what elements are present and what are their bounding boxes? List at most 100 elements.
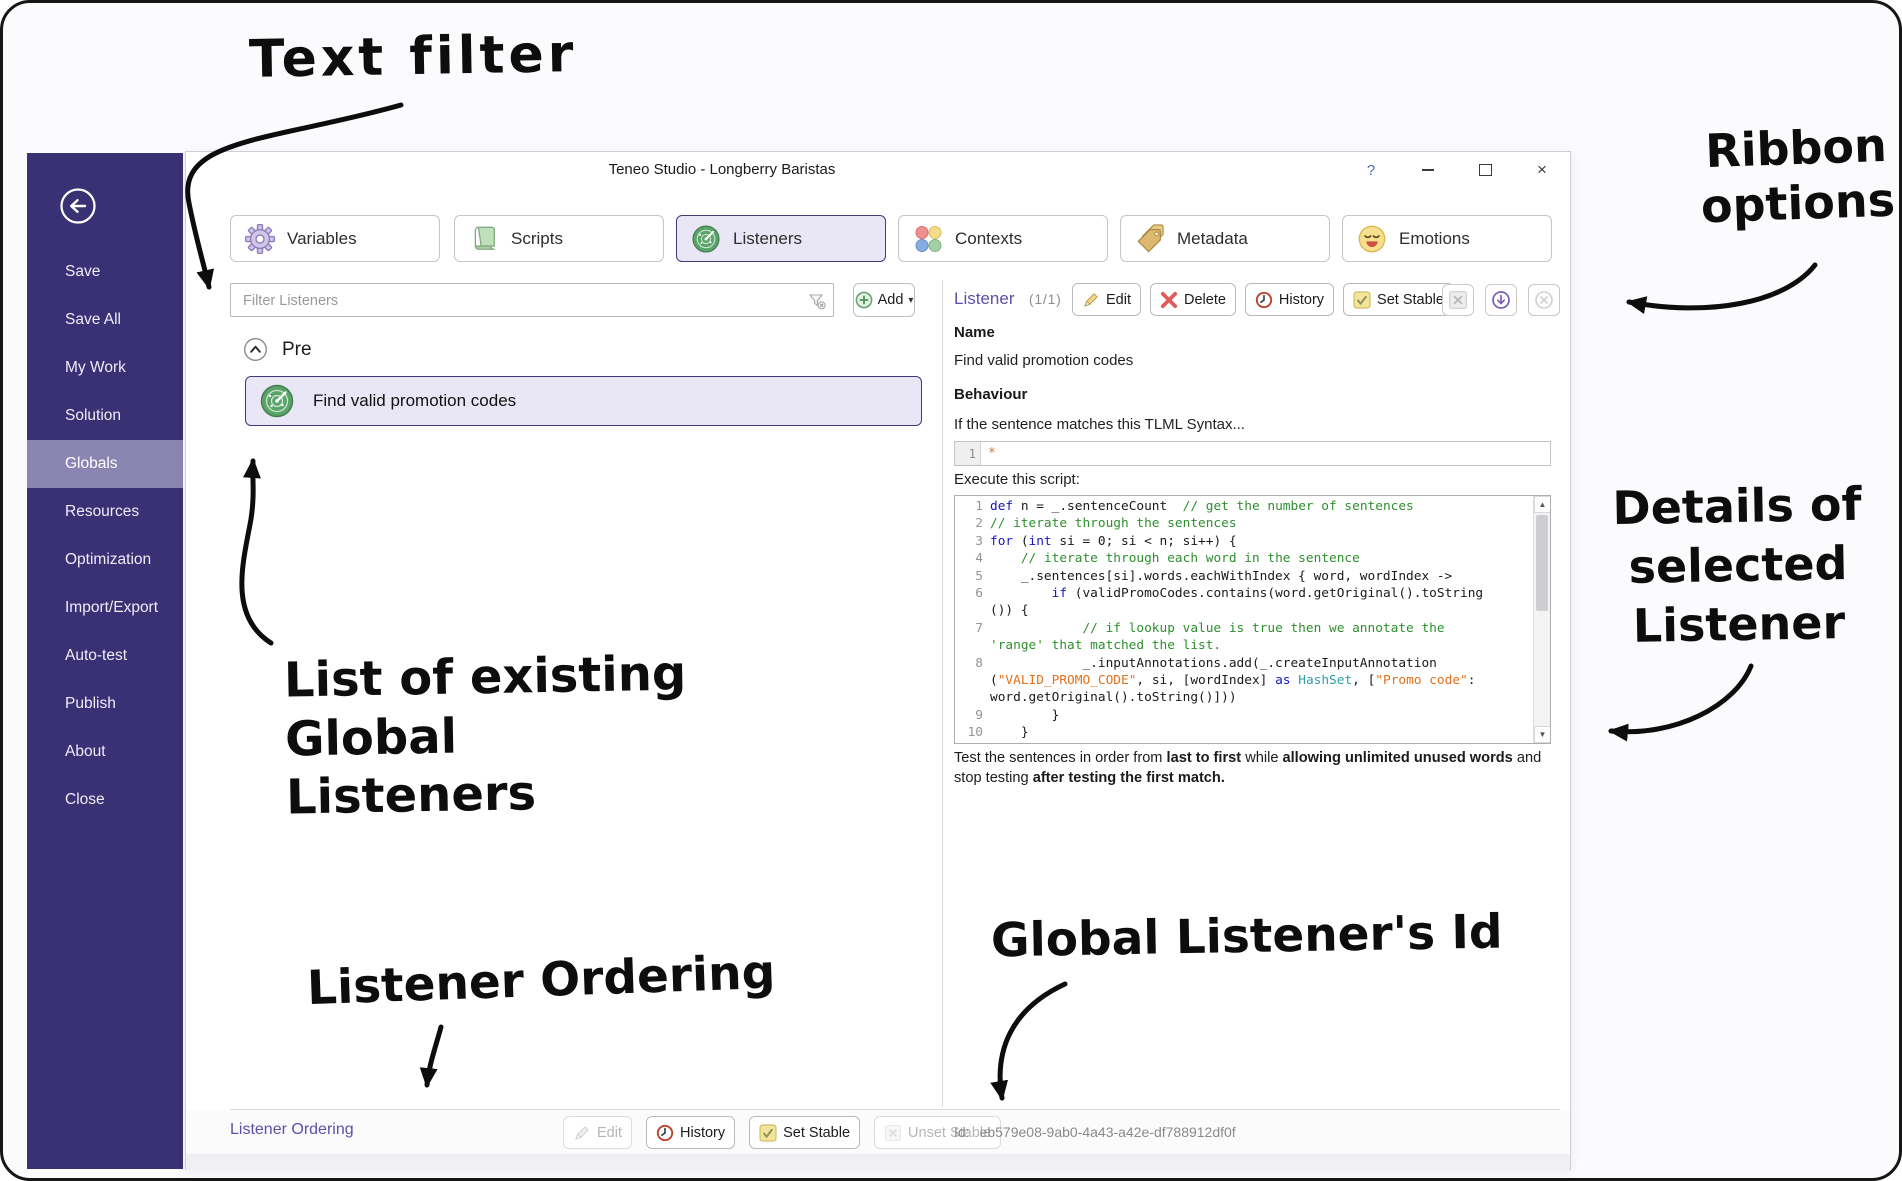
- tab-label: Metadata: [1177, 229, 1248, 249]
- id-value: eb579e08-9ab0-4a43-a42e-df788912df0f: [980, 1124, 1236, 1140]
- tab-contexts[interactable]: Contexts: [898, 215, 1108, 262]
- sidebar-menu: SaveSave AllMy WorkSolutionGlobalsResour…: [27, 248, 183, 824]
- code-line: 3for (int si = 0; si < n; si++) {: [955, 533, 1515, 550]
- filter-listeners-input[interactable]: [241, 284, 795, 318]
- set-stable-button[interactable]: Set Stable: [1343, 283, 1454, 316]
- filter-listeners-box: [230, 283, 834, 317]
- listener-id: Id: eb579e08-9ab0-4a43-a42e-df788912df0f: [954, 1124, 1236, 1140]
- minimize-icon[interactable]: [1416, 158, 1440, 182]
- editor-scrollbar[interactable]: ▲ ▼: [1533, 496, 1550, 743]
- listener-group-pre[interactable]: Pre: [243, 337, 312, 362]
- close-icon[interactable]: ×: [1530, 158, 1554, 182]
- history-clock-icon: [656, 1124, 674, 1142]
- sidebar-item-auto-test[interactable]: Auto-test: [27, 632, 183, 680]
- annotation-list-of-global-listeners: List of existing Global Listeners: [283, 644, 696, 827]
- code-line: word.getOriginal().toString()])): [955, 689, 1515, 706]
- unset-square-icon: [884, 1124, 902, 1142]
- scroll-down-icon[interactable]: ▼: [1534, 726, 1551, 743]
- code-line: 6 if (validPromoCodes.contains(word.getO…: [955, 585, 1515, 602]
- smiley-icon: [1357, 224, 1387, 254]
- edit-button[interactable]: Edit: [1072, 283, 1141, 316]
- sidebar-item-import-export[interactable]: Import/Export: [27, 584, 183, 632]
- sidebar-item-save-all[interactable]: Save All: [27, 296, 183, 344]
- sidebar-item-solution[interactable]: Solution: [27, 392, 183, 440]
- unset-square-icon: [1448, 290, 1468, 310]
- close-circle-button[interactable]: [1528, 284, 1560, 316]
- sidebar-item-optimization[interactable]: Optimization: [27, 536, 183, 584]
- ordering-toolbar: EditHistorySet StableUnset Stable: [563, 1116, 1001, 1149]
- tab-scripts[interactable]: Scripts: [454, 215, 664, 262]
- detail-icon-toolbar: [1442, 284, 1560, 316]
- add-button-label: Add: [878, 292, 904, 308]
- listener-list-item[interactable]: Find valid promotion codes: [245, 376, 922, 426]
- arrow-ribbon-options: [1629, 265, 1815, 308]
- history-clock-icon: [1255, 291, 1273, 309]
- pencil-icon: [573, 1124, 591, 1142]
- help-icon[interactable]: ?: [1359, 158, 1383, 182]
- tab-label: Listeners: [733, 229, 802, 249]
- edit-button[interactable]: Edit: [563, 1116, 632, 1149]
- caret-down-icon: ▾: [908, 295, 913, 306]
- tab-emotions[interactable]: Emotions: [1342, 215, 1552, 262]
- window-controls: ? ×: [1359, 158, 1554, 182]
- tab-label: Contexts: [955, 229, 1022, 249]
- id-label: Id:: [954, 1124, 970, 1140]
- window-footer-strip: [186, 1154, 1570, 1170]
- radar-icon: [259, 383, 295, 419]
- tab-listeners[interactable]: Listeners: [676, 215, 886, 262]
- history-button[interactable]: History: [1245, 283, 1334, 316]
- plus-circle-icon: [855, 291, 873, 309]
- tlml-syntax-editor[interactable]: 1 *: [954, 441, 1551, 466]
- code-line: 4 // iterate through each word in the se…: [955, 550, 1515, 567]
- script-icon: [469, 224, 499, 254]
- code-line: 5 _.sentences[si].words.eachWithIndex { …: [955, 568, 1515, 585]
- button-label: Set Stable: [783, 1125, 850, 1141]
- sidebar-item-close[interactable]: Close: [27, 776, 183, 824]
- tab-metadata[interactable]: Metadata: [1120, 215, 1330, 262]
- group-label: Pre: [282, 339, 312, 361]
- tab-label: Variables: [287, 229, 357, 249]
- tab-label: Scripts: [511, 229, 563, 249]
- maximize-icon[interactable]: [1473, 158, 1497, 182]
- sidebar-item-publish[interactable]: Publish: [27, 680, 183, 728]
- unset-square-button[interactable]: [1442, 284, 1474, 316]
- sidebar-item-about[interactable]: About: [27, 728, 183, 776]
- sidebar-item-my-work[interactable]: My Work: [27, 344, 183, 392]
- scroll-up-icon[interactable]: ▲: [1534, 496, 1551, 513]
- name-label: Name: [954, 324, 995, 341]
- history-button[interactable]: History: [646, 1116, 735, 1149]
- delete-button[interactable]: Delete: [1150, 283, 1236, 316]
- stable-check-icon: [759, 1124, 777, 1142]
- tab-variables[interactable]: Variables: [230, 215, 440, 262]
- button-label: Delete: [1184, 292, 1226, 308]
- gear-icon: [245, 224, 275, 254]
- sidebar-item-globals[interactable]: Globals: [27, 440, 183, 488]
- add-listener-button[interactable]: Add ▾: [853, 283, 915, 317]
- sidebar-item-resources[interactable]: Resources: [27, 488, 183, 536]
- listener-ordering-title: Listener Ordering: [230, 1121, 354, 1139]
- back-arrow-icon[interactable]: [58, 186, 98, 226]
- tlml-syntax-value: *: [981, 442, 996, 465]
- sidebar-item-save[interactable]: Save: [27, 248, 183, 296]
- code-line: ()) {: [955, 602, 1515, 619]
- funnel-clear-icon[interactable]: [807, 291, 827, 311]
- annotation-details-of-selected-listener: Details of selected Listener: [1603, 475, 1872, 656]
- code-line: 9 }: [955, 707, 1515, 724]
- scrollbar-thumb[interactable]: [1536, 515, 1548, 611]
- button-label: Set Stable: [1377, 292, 1444, 308]
- script-code-editor[interactable]: 1def n = _.sentenceCount // get the numb…: [954, 495, 1551, 744]
- annotation-ribbon-options: Ribbon options: [1687, 117, 1902, 235]
- app-sidebar: SaveSave AllMy WorkSolutionGlobalsResour…: [27, 153, 183, 1169]
- tlml-condition-label: If the sentence matches this TLML Syntax…: [954, 416, 1245, 433]
- listener-item-label: Find valid promotion codes: [313, 391, 516, 411]
- panel-divider: [942, 280, 943, 1107]
- code-line: 7 // if lookup value is true then we ann…: [955, 620, 1515, 637]
- code-line: 1def n = _.sentenceCount // get the numb…: [955, 498, 1515, 515]
- screenshot-frame: SaveSave AllMy WorkSolutionGlobalsResour…: [0, 0, 1902, 1181]
- set-stable-button[interactable]: Set Stable: [749, 1116, 860, 1149]
- code-lines: 1def n = _.sentenceCount // get the numb…: [955, 498, 1515, 742]
- annotation-text-filter: Text filter: [249, 24, 578, 90]
- button-label: Edit: [597, 1125, 622, 1141]
- tab-label: Emotions: [1399, 229, 1470, 249]
- download-circle-button[interactable]: [1485, 284, 1517, 316]
